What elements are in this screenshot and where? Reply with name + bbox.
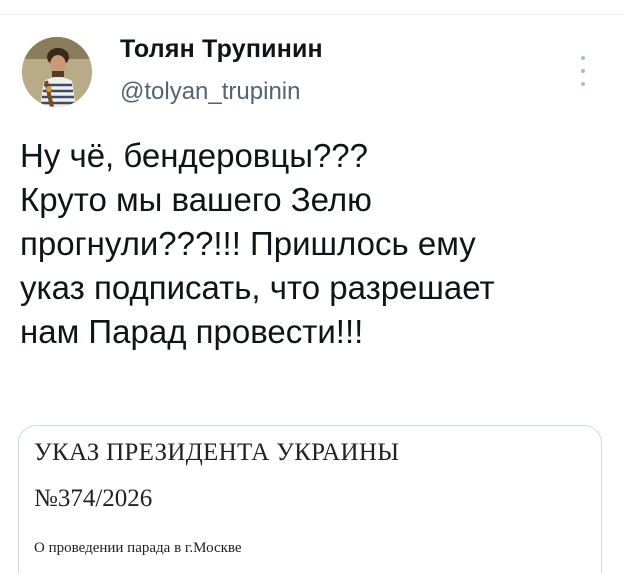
author-name[interactable]: Толян Трупинин xyxy=(120,35,323,64)
tweet-line: Ну чё, бендеровцы??? xyxy=(20,137,369,174)
tweet-line: прогнули???!!! Пришлось ему xyxy=(20,225,476,262)
more-dot xyxy=(581,82,585,86)
more-vertical-icon[interactable] xyxy=(572,56,594,86)
author-handle[interactable]: @tolyan_trupinin xyxy=(120,78,300,106)
card-number: №374/2026 xyxy=(34,485,153,512)
avatar[interactable] xyxy=(22,37,92,107)
more-dot xyxy=(581,56,585,60)
card-subtitle: О проведении парада в г.Москве xyxy=(34,540,242,556)
tweet-line: указ подписать, что разрешает xyxy=(20,269,495,306)
tweet-text: Ну чё, бендеровцы??? Круто мы вашего Зел… xyxy=(20,134,620,354)
more-dot xyxy=(581,69,585,73)
card-title: УКАЗ ПРЕЗИДЕНТА УКРАИНЫ xyxy=(34,439,400,466)
tweet-line: Круто мы вашего Зелю xyxy=(20,181,372,218)
avatar-image xyxy=(22,37,92,107)
top-divider xyxy=(0,14,624,15)
tweet-line: нам Парад провести!!! xyxy=(20,313,364,350)
